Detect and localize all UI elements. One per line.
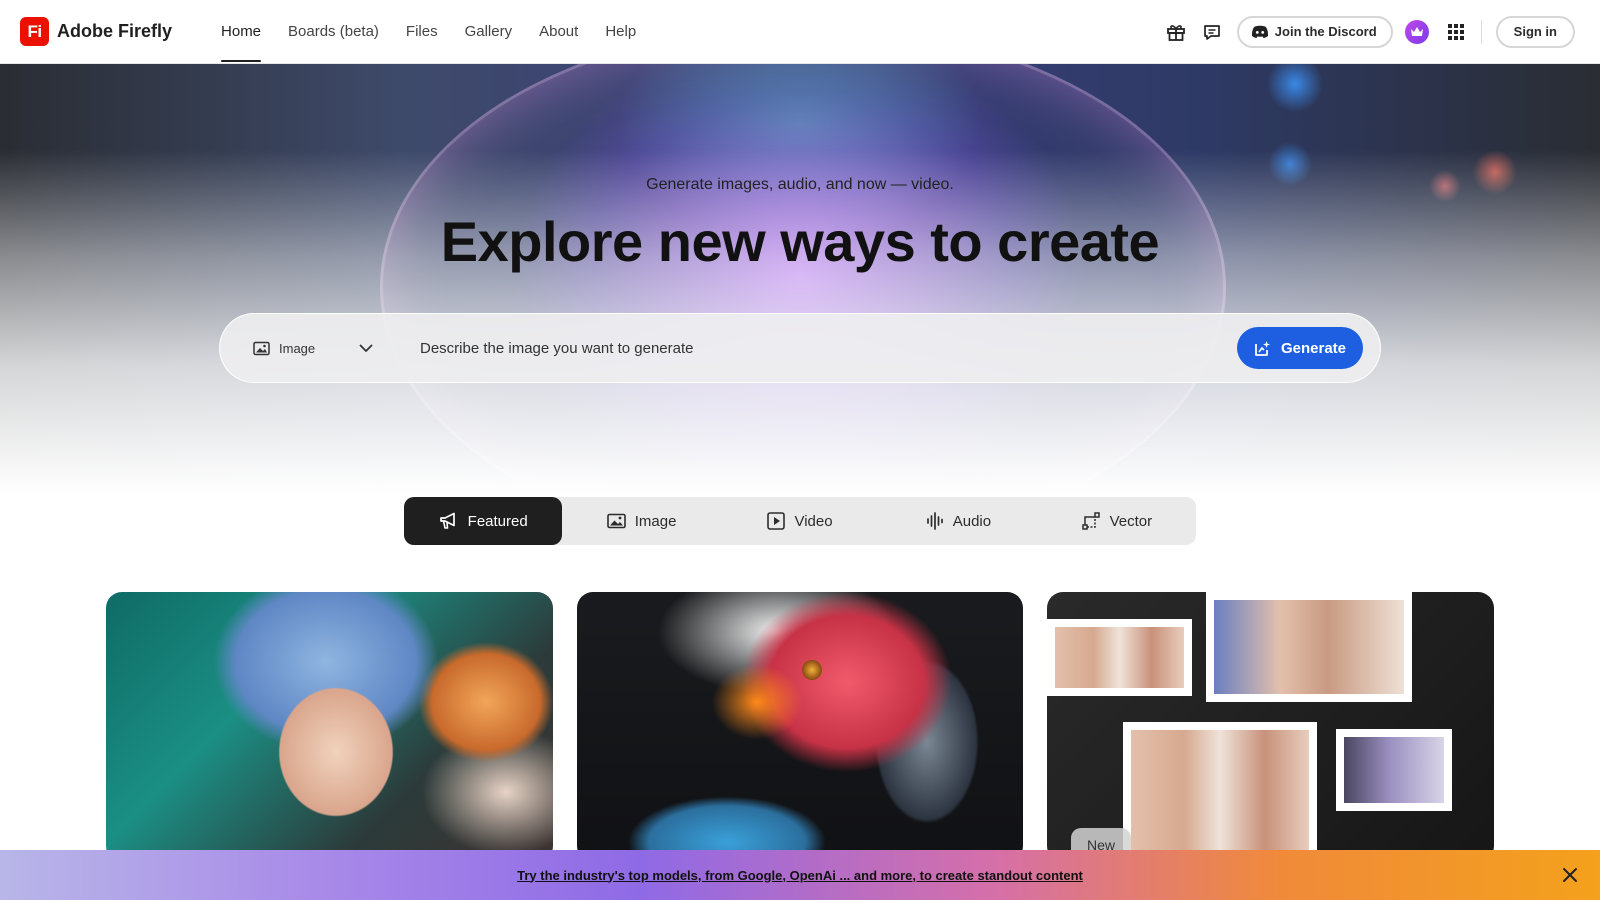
nav-about[interactable]: About	[539, 0, 578, 64]
join-discord-button[interactable]: Join the Discord	[1236, 15, 1393, 48]
hero-title: Explore new ways to create	[440, 210, 1160, 273]
discord-label: Join the Discord	[1274, 24, 1377, 39]
chevron-down-icon	[359, 344, 373, 352]
hero-banner: Generate images, audio, and now — video.…	[0, 64, 1600, 494]
tab-image-label: Image	[634, 512, 677, 530]
audio-wave-icon	[926, 512, 943, 530]
image-icon	[606, 513, 626, 529]
prompt-input[interactable]	[420, 328, 1237, 368]
nav-files[interactable]: Files	[406, 0, 438, 64]
top-header: Fi Adobe Firefly Home Boards (beta) File…	[0, 0, 1600, 64]
tab-vector[interactable]: Vector	[1038, 497, 1196, 545]
nav-home[interactable]: Home	[221, 0, 262, 64]
featured-card-parrot[interactable]	[577, 592, 1023, 862]
nav-gallery[interactable]: Gallery	[465, 0, 513, 64]
moodboard-tile	[1047, 619, 1192, 696]
sign-in-button[interactable]: Sign in	[1495, 15, 1575, 48]
generate-sparkle-icon	[1255, 340, 1270, 356]
tab-vector-label: Vector	[1109, 512, 1153, 530]
image-icon	[253, 341, 270, 355]
hero-subtitle: Generate images, audio, and now — video.	[646, 176, 954, 193]
video-play-icon	[767, 512, 786, 530]
category-tabs: Featured Image Video Audio Vector	[404, 497, 1196, 545]
header-actions: Join the Discord Sign in	[1151, 15, 1575, 48]
moodboard-tile	[1336, 729, 1452, 811]
tab-featured-label: Featured	[467, 512, 528, 530]
tab-featured[interactable]: Featured	[404, 497, 563, 545]
apps-grid-icon[interactable]	[1445, 21, 1467, 43]
brand[interactable]: Fi Adobe Firefly	[20, 17, 172, 46]
generate-label: Generate	[1280, 339, 1347, 357]
generate-button[interactable]: Generate	[1237, 327, 1363, 369]
chat-feedback-icon[interactable]	[1201, 21, 1223, 43]
moodboard-tile	[1123, 722, 1317, 862]
header-divider	[1480, 19, 1482, 44]
media-type-label: Image	[279, 340, 316, 356]
promo-banner: Try the industry's top models, from Goog…	[0, 850, 1600, 900]
nav-boards[interactable]: Boards (beta)	[288, 0, 379, 64]
close-icon[interactable]	[1562, 867, 1578, 883]
tab-image[interactable]: Image	[562, 497, 720, 545]
nav-help[interactable]: Help	[605, 0, 636, 64]
vector-icon	[1081, 511, 1100, 530]
firefly-logo-icon: Fi	[20, 17, 49, 46]
promo-link[interactable]: Try the industry's top models, from Goog…	[517, 868, 1083, 883]
tab-video[interactable]: Video	[721, 497, 879, 545]
moodboard-tile	[1206, 592, 1412, 702]
megaphone-icon	[439, 512, 455, 529]
media-type-dropdown[interactable]: Image	[253, 341, 373, 356]
tab-audio[interactable]: Audio	[879, 497, 1037, 545]
gift-icon[interactable]	[1165, 21, 1187, 43]
prompt-bar: Image Generate	[219, 313, 1381, 383]
main-nav: Home Boards (beta) Files Gallery About H…	[221, 0, 663, 64]
brand-name: Adobe Firefly	[57, 21, 173, 41]
tab-video-label: Video	[794, 512, 833, 530]
crown-icon[interactable]	[1404, 19, 1429, 44]
featured-card-portrait[interactable]	[106, 592, 553, 862]
tab-audio-label: Audio	[952, 512, 992, 530]
featured-card-moodboard[interactable]: New	[1047, 592, 1494, 862]
discord-icon	[1251, 25, 1268, 38]
